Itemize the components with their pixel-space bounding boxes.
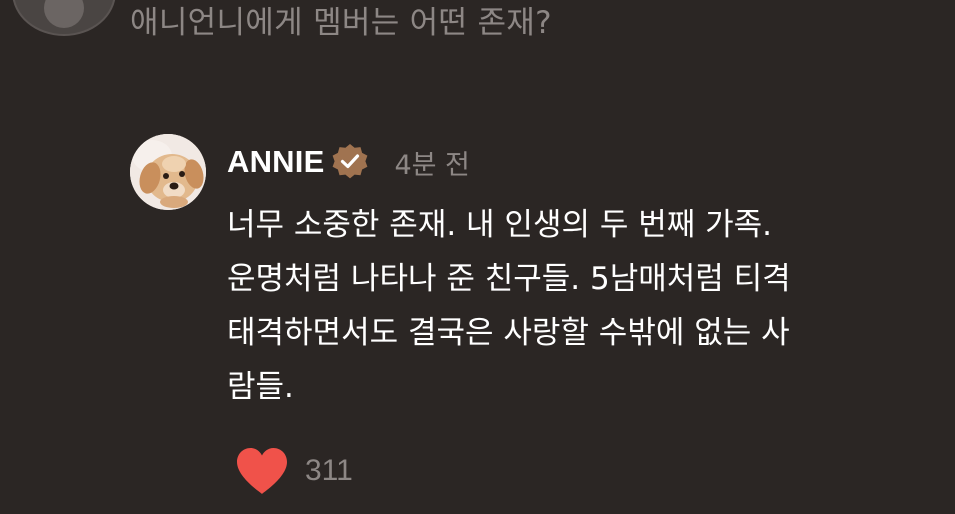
reply-text-line: 운명처럼 나타나 준 친구들. 5남매처럼 티격 bbox=[227, 261, 791, 297]
verified-badge-icon bbox=[330, 142, 370, 182]
dog-photo-avatar bbox=[130, 134, 206, 210]
reply-body: 너무 소중한 존재. 내 인생의 두 번째 가족. 운명처럼 나타나 준 친구들… bbox=[227, 198, 937, 414]
question-text: 애니언니에게 멤버는 어떤 존재? bbox=[130, 5, 552, 41]
timestamp: 4분 전 bbox=[394, 149, 470, 181]
author-name[interactable]: ANNIE bbox=[227, 144, 324, 180]
reply-text-line: 너무 소중한 존재. 내 인생의 두 번째 가족. bbox=[227, 207, 773, 243]
reply-header: ANNIE 4분 전 bbox=[227, 140, 470, 184]
avatar[interactable] bbox=[130, 134, 206, 210]
like-row: 311 bbox=[233, 446, 353, 496]
comment-screen: 애니언니에게 멤버는 어떤 존재? ANNIE 4분 전 너무 소중한 존재. … bbox=[0, 0, 955, 514]
reply-text-line: 람들. bbox=[227, 369, 294, 405]
heart-icon[interactable] bbox=[233, 446, 291, 496]
like-count: 311 bbox=[305, 454, 353, 487]
question-avatar[interactable] bbox=[12, 0, 116, 36]
reply-text-line: 태격하면서도 결국은 사랑할 수밖에 없는 사 bbox=[227, 315, 790, 351]
